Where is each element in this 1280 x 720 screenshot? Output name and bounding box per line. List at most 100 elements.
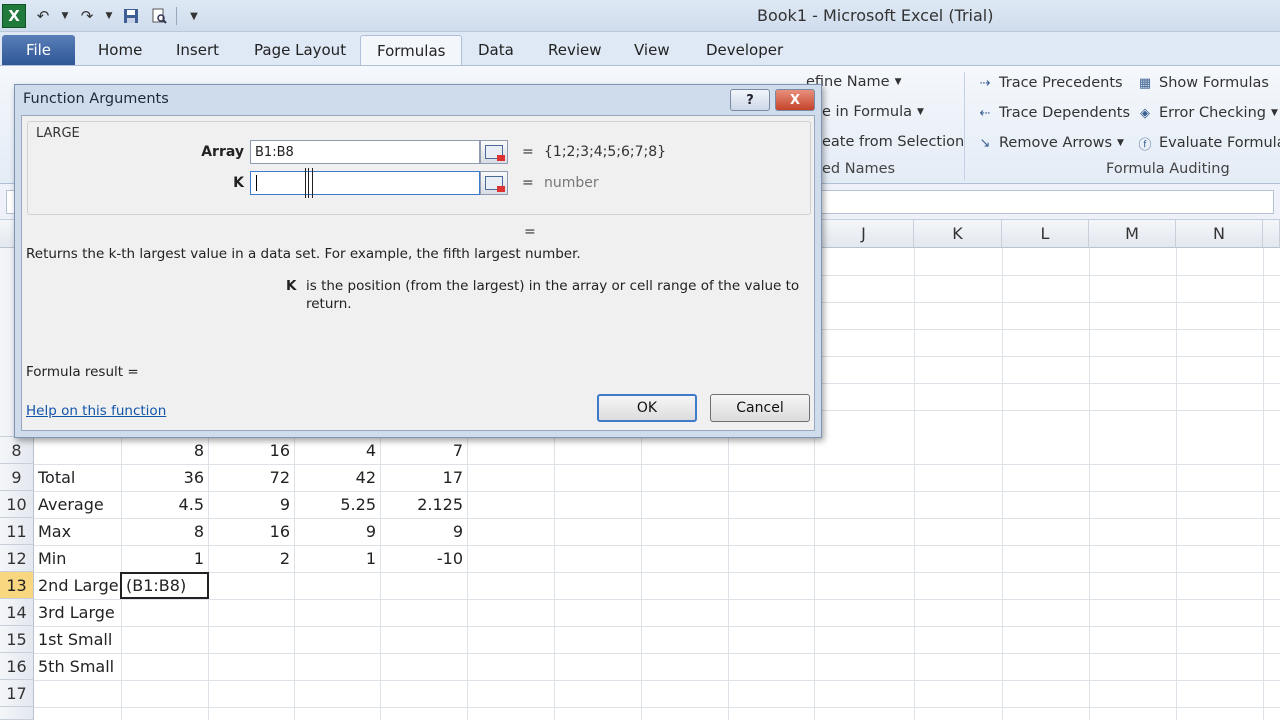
- gridline: [914, 248, 915, 720]
- dropdown-arrow-icon: ▼: [894, 77, 902, 87]
- tab-developer[interactable]: Developer: [690, 35, 799, 65]
- trace-dependents-label: Trace Dependents: [999, 105, 1131, 121]
- cell-value[interactable]: 9: [294, 518, 380, 545]
- tab-data[interactable]: Data: [462, 35, 530, 65]
- cell-value[interactable]: -10: [380, 545, 467, 572]
- row-header-11[interactable]: 11: [0, 518, 34, 545]
- error-checking-label: Error Checking: [1159, 105, 1266, 121]
- redo-icon[interactable]: ↷: [76, 5, 98, 27]
- row-header-12[interactable]: 12: [0, 545, 34, 572]
- cell-label[interactable]: 2nd Large: [34, 572, 121, 599]
- tab-review[interactable]: Review: [532, 35, 618, 65]
- dialog-close-button[interactable]: X: [775, 89, 815, 111]
- array-label: Array: [201, 144, 244, 160]
- dialog-help-button[interactable]: ?: [730, 89, 770, 111]
- ok-button[interactable]: OK: [597, 394, 697, 422]
- use-in-formula-button[interactable]: e in Formula ▼: [822, 104, 924, 120]
- cell-value[interactable]: 16: [208, 437, 294, 464]
- gridline: [34, 653, 1280, 654]
- cell-value[interactable]: 7: [380, 437, 467, 464]
- argument-description-line1: is the position (from the largest) in th…: [306, 278, 800, 294]
- row-header-8[interactable]: 8: [0, 437, 34, 464]
- dropdown-arrow-icon: ▼: [917, 107, 924, 117]
- save-icon[interactable]: [120, 5, 142, 27]
- row-header-18[interactable]: [0, 707, 34, 720]
- column-header-l[interactable]: L: [1002, 220, 1089, 248]
- create-from-selection-button[interactable]: eate from Selection: [822, 134, 964, 150]
- evaluate-formula-label: Evaluate Formula: [1159, 135, 1280, 151]
- tab-insert[interactable]: Insert: [160, 35, 235, 65]
- column-header-m[interactable]: M: [1089, 220, 1176, 248]
- k-input[interactable]: [250, 171, 480, 195]
- cell-value[interactable]: 4.5: [121, 491, 208, 518]
- cell-value[interactable]: 36: [121, 464, 208, 491]
- trace-dependents-icon: ⇠: [979, 105, 991, 121]
- tab-view[interactable]: View: [618, 35, 686, 65]
- customize-toolbar-icon[interactable]: ▼: [183, 5, 205, 27]
- cell-value[interactable]: 9: [380, 518, 467, 545]
- cell-value[interactable]: 72: [208, 464, 294, 491]
- tab-page-layout[interactable]: Page Layout: [238, 35, 362, 65]
- row-header-14[interactable]: 14: [0, 599, 34, 626]
- row-header-16[interactable]: 16: [0, 653, 34, 680]
- trace-dependents-button[interactable]: ⇠ Trace Dependents: [976, 104, 1130, 122]
- cell-label[interactable]: Max: [34, 518, 121, 545]
- cell-value[interactable]: 5.25: [294, 491, 380, 518]
- cell-value[interactable]: 17: [380, 464, 467, 491]
- column-header-o[interactable]: [1263, 220, 1280, 248]
- excel-logo-icon[interactable]: X: [2, 4, 26, 28]
- cell-value[interactable]: 9: [208, 491, 294, 518]
- row-header-15[interactable]: 15: [0, 626, 34, 653]
- row-header-9[interactable]: 9: [0, 464, 34, 491]
- cell-label[interactable]: Total: [34, 464, 121, 491]
- function-description: Returns the k-th largest value in a data…: [26, 246, 581, 262]
- show-formulas-label: Show Formulas: [1159, 75, 1269, 91]
- row-header-13[interactable]: 13: [0, 572, 34, 599]
- cell-value[interactable]: 8: [121, 518, 208, 545]
- cell-value[interactable]: 1: [294, 545, 380, 572]
- column-header-j[interactable]: J: [814, 220, 914, 248]
- show-formulas-button[interactable]: ▦ Show Formulas: [1136, 74, 1269, 92]
- cell-value[interactable]: 4: [294, 437, 380, 464]
- active-cell[interactable]: (B1:B8): [120, 572, 209, 599]
- cell-label[interactable]: 5th Small: [34, 653, 121, 680]
- cell-value[interactable]: 8: [121, 437, 208, 464]
- cell-label[interactable]: [34, 437, 121, 464]
- row-header-17[interactable]: 17: [0, 680, 34, 707]
- cell-value[interactable]: 1: [121, 545, 208, 572]
- trace-precedents-icon: ⇢: [979, 75, 991, 91]
- row-header-10[interactable]: 10: [0, 491, 34, 518]
- array-input[interactable]: B1:B8: [250, 140, 480, 164]
- cancel-button[interactable]: Cancel: [710, 394, 810, 422]
- undo-dropdown-icon[interactable]: ▼: [60, 5, 70, 27]
- cell-label[interactable]: Min: [34, 545, 121, 572]
- trace-precedents-label: Trace Precedents: [999, 75, 1123, 91]
- cell-label[interactable]: Average: [34, 491, 121, 518]
- undo-icon[interactable]: ↶: [32, 5, 54, 27]
- cell-value[interactable]: 2.125: [380, 491, 467, 518]
- array-collapse-dialog-icon[interactable]: [480, 140, 508, 164]
- cell-value[interactable]: 2: [208, 545, 294, 572]
- k-collapse-dialog-icon[interactable]: [480, 171, 508, 195]
- redo-dropdown-icon[interactable]: ▼: [104, 5, 114, 27]
- trace-precedents-button[interactable]: ⇢ Trace Precedents: [976, 74, 1123, 92]
- tab-home[interactable]: Home: [82, 35, 158, 65]
- error-checking-button[interactable]: ◈ Error Checking ▼: [1136, 104, 1278, 122]
- column-header-n[interactable]: N: [1176, 220, 1263, 248]
- column-header-k[interactable]: K: [914, 220, 1002, 248]
- help-on-function-link[interactable]: Help on this function: [26, 403, 166, 419]
- cell-value[interactable]: 16: [208, 518, 294, 545]
- formula-auditing-group-label: Formula Auditing: [1106, 161, 1230, 177]
- evaluate-formula-button[interactable]: ⓕ Evaluate Formula: [1136, 134, 1280, 153]
- tab-file[interactable]: File: [2, 35, 75, 65]
- tab-formulas[interactable]: Formulas: [360, 35, 463, 65]
- print-preview-icon[interactable]: [148, 5, 170, 27]
- cell-value[interactable]: 42: [294, 464, 380, 491]
- toolbar-separator: [176, 7, 177, 25]
- cell-label[interactable]: 1st Small: [34, 626, 121, 653]
- formula-result-label: Formula result =: [26, 364, 139, 380]
- cell-label[interactable]: 3rd Large: [34, 599, 121, 626]
- dialog-body: LARGE Array B1:B8 = {1;2;3;4;5;6;7;8} K …: [21, 115, 815, 431]
- show-formulas-icon: ▦: [1138, 75, 1152, 91]
- remove-arrows-button[interactable]: ↘ Remove Arrows ▼: [976, 134, 1124, 152]
